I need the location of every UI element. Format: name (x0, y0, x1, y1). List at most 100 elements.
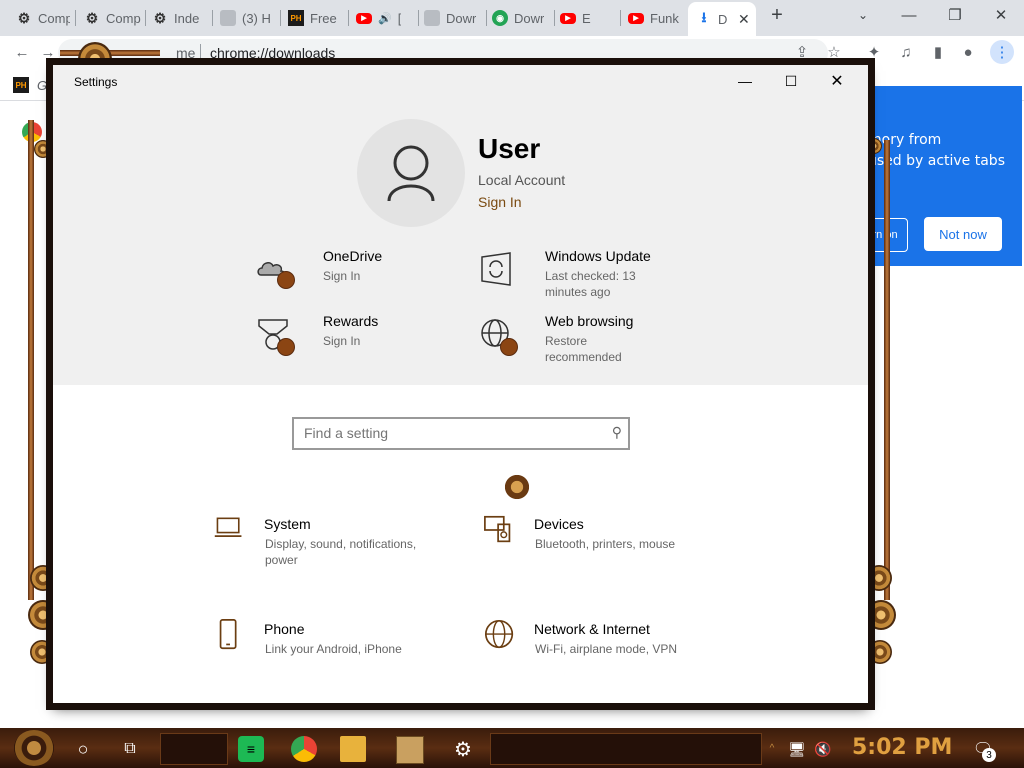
gear-icon (866, 138, 882, 154)
web-browsing-tile[interactable]: Web browsing Restore recommended (478, 313, 678, 366)
maximize-icon[interactable]: ☐ (768, 65, 814, 97)
category-subtitle: Link your Android, iPhone (265, 642, 402, 656)
windows-update-tile[interactable]: Windows Update Last checked: 13 minutes … (478, 248, 678, 301)
close-icon[interactable]: ✕ (978, 0, 1024, 30)
status-dot (277, 271, 295, 289)
system-category[interactable]: System Display, sound, notifications, po… (213, 513, 453, 573)
globe-icon (484, 619, 514, 649)
steam-icon: ⚙ (85, 9, 99, 26)
account-type: Local Account (478, 172, 566, 188)
forward-arrow-icon[interactable]: → (36, 40, 60, 64)
browser-tab[interactable]: ◉ Dowr (484, 2, 552, 34)
browser-tab[interactable]: ⚙ Inde (144, 2, 210, 34)
steampunk-cursor-icon (503, 473, 531, 501)
tile-subtitle: Last checked: 13 minutes ago (545, 269, 636, 299)
address-bar[interactable] (58, 39, 828, 67)
tile-title: OneDrive (323, 248, 383, 264)
volume-muted-icon[interactable]: 🔇 (810, 736, 836, 762)
category-subtitle: Wi-Fi, airplane mode, VPN (535, 642, 678, 656)
home-label: me (176, 45, 196, 61)
extensions-icon[interactable]: ✦ (862, 40, 886, 64)
browser-tab[interactable]: ▶ 🔊[ (348, 2, 418, 34)
tile-subtitle: Restore recommended (545, 334, 622, 364)
onedrive-tile[interactable]: OneDrive Sign In (255, 248, 455, 301)
minimize-icon[interactable]: — (722, 65, 768, 97)
category-title: Phone (264, 621, 305, 637)
chrome-icon[interactable] (291, 736, 317, 762)
profile-icon[interactable]: ● (956, 40, 980, 64)
browser-tab[interactable]: ▶ Funk (620, 2, 686, 34)
steam-icon: ⚙ (153, 9, 167, 26)
update-icon (481, 252, 511, 286)
browser-tab-active[interactable]: ⭳ D ✕ (688, 2, 756, 36)
network-icon[interactable]: 🖥 (784, 736, 810, 762)
phone-icon (219, 619, 237, 650)
taskbar-slot (160, 733, 228, 765)
new-tab-button[interactable]: + (760, 0, 794, 30)
tile-subtitle: Sign In (323, 334, 361, 348)
browser-tab[interactable]: ▶ E (552, 2, 618, 34)
laptop-icon (214, 517, 242, 537)
browser-tab[interactable]: Dowr (416, 2, 484, 34)
settings-window: Settings — ☐ ✕ User Local Account Sign I… (53, 65, 868, 703)
not-now-button[interactable]: Not now (924, 217, 1002, 251)
bookmark-item[interactable]: Gi (37, 78, 50, 93)
share-icon[interactable]: ⇪ (790, 40, 814, 64)
window-title: Settings (74, 75, 118, 89)
start-button[interactable] (14, 730, 54, 766)
url-text[interactable]: chrome://downloads (210, 45, 335, 61)
speaker-icon: 🔊 (378, 12, 392, 25)
category-title: Devices (534, 516, 584, 532)
popup-title: r (868, 103, 873, 119)
category-subtitle: Display, sound, notifications, power (265, 537, 417, 567)
back-arrow-icon[interactable]: ← (10, 40, 34, 64)
green-icon: ◉ (492, 10, 508, 26)
devices-category[interactable]: Devices Bluetooth, printers, mouse (483, 513, 723, 573)
browser-tab[interactable]: (3) H (212, 2, 278, 34)
app-icon[interactable] (396, 736, 424, 764)
side-panel-icon[interactable]: ▮ (926, 40, 950, 64)
menu-icon[interactable]: ⋮ (990, 40, 1014, 64)
page-icon (220, 10, 236, 26)
frame-pipe (28, 120, 34, 600)
frame-pipe (884, 140, 890, 600)
media-icon[interactable]: ♫ (894, 40, 918, 64)
gear-icon (866, 565, 892, 591)
youtube-icon: ▶ (356, 12, 372, 24)
browser-tab[interactable]: ⚙ Comp (76, 2, 142, 34)
sheets-icon[interactable]: ≡ (238, 736, 264, 762)
status-dot (277, 338, 295, 356)
download-icon: ⭳ (701, 9, 707, 25)
phone-category[interactable]: Phone Link your Android, iPhone (213, 618, 453, 678)
search-input[interactable] (294, 419, 604, 446)
chevron-up-icon[interactable]: ^ (766, 739, 778, 757)
youtube-icon: ▶ (628, 12, 644, 24)
file-explorer-icon[interactable] (340, 736, 366, 762)
tile-title: Windows Update (545, 248, 651, 264)
tab-search-icon[interactable]: ⌄ (840, 0, 886, 30)
category-title: Network & Internet (534, 621, 650, 637)
bookmark-star-icon[interactable]: ☆ (822, 40, 846, 64)
browser-tab[interactable]: ⚙ Comp (8, 2, 70, 34)
close-icon[interactable]: ✕ (814, 65, 860, 97)
avatar[interactable] (357, 119, 465, 227)
category-title: System (264, 516, 311, 532)
minimize-icon[interactable]: — (886, 0, 932, 30)
close-tab-icon[interactable]: ✕ (738, 11, 750, 28)
cortana-icon[interactable]: ○ (70, 736, 96, 762)
task-view-icon[interactable]: ⧉ (117, 736, 143, 762)
browser-tab[interactable]: PH Free (280, 2, 346, 34)
search-box[interactable]: ⚲ (292, 417, 630, 450)
settings-gear-icon[interactable]: ⚙ (450, 736, 476, 762)
taskbar-slot (490, 733, 762, 765)
sign-in-link[interactable]: Sign In (478, 194, 522, 210)
restore-icon[interactable]: ❐ (932, 0, 978, 30)
network-category[interactable]: Network & Internet Wi-Fi, airplane mode,… (483, 618, 723, 678)
search-icon: ⚲ (611, 424, 622, 440)
clock[interactable]: 5:02 PM (852, 735, 952, 760)
tab-strip: ⚙ Comp ⚙ Comp ⚙ Inde (3) H PH Free ▶ 🔊[ Dowr … (0, 0, 1024, 36)
rewards-tile[interactable]: Rewards Sign In (255, 313, 455, 366)
tile-title: Web browsing (545, 313, 634, 329)
ph-icon: PH (288, 10, 304, 26)
user-name: User (478, 133, 541, 164)
